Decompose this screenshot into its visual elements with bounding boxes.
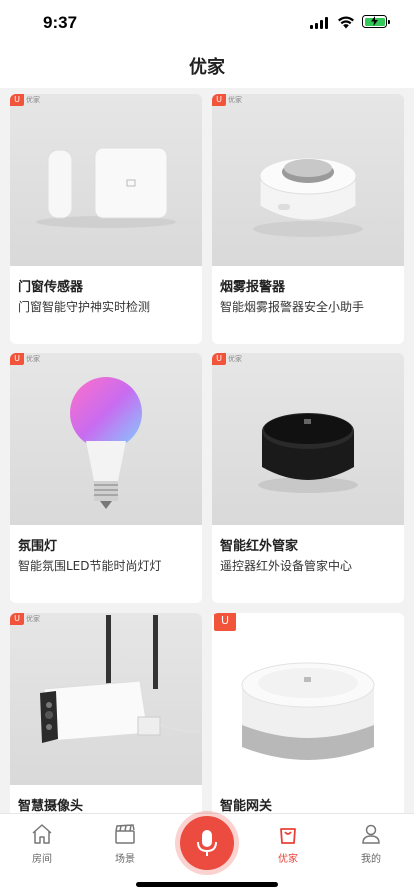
voice-button[interactable]	[180, 816, 234, 870]
brand-tag: U 优家	[212, 353, 246, 365]
brand-logo-icon: U	[212, 353, 226, 365]
product-grid[interactable]: U 优家 门窗传感器 门窗智能守护神实时检测 U 优家 烟雾报警器 智能烟雾报警…	[0, 88, 414, 813]
shopping-bag-icon	[280, 828, 296, 844]
product-image-door-sensor	[10, 94, 202, 266]
tab-rooms[interactable]: 房间	[12, 822, 72, 870]
brand-tag: U	[214, 613, 242, 631]
brand-tag: U 优家	[10, 353, 44, 365]
brand-tag: U 优家	[212, 94, 246, 106]
tab-scenes[interactable]: 场景	[95, 822, 155, 870]
page-title: 优家	[189, 57, 225, 78]
product-image-ir-hub	[212, 353, 404, 525]
brand-tag: U 优家	[10, 94, 44, 106]
product-subtitle: 智能氛围LED节能时尚灯灯	[18, 559, 162, 573]
product-card-door-sensor[interactable]: U 优家 门窗传感器 门窗智能守护神实时检测	[10, 94, 202, 344]
person-icon	[362, 824, 380, 844]
brand-logo-icon: U	[10, 613, 24, 625]
status-bar: 9:37	[0, 0, 414, 44]
cellular-signal-icon	[310, 17, 330, 29]
tab-label: 场景	[115, 854, 135, 865]
product-title: 智能网关	[220, 799, 273, 813]
status-time: 9:37	[43, 13, 78, 32]
product-image-ambient-light	[10, 353, 202, 525]
product-title: 智慧摄像头	[18, 799, 84, 813]
product-subtitle: 门窗智能守护神实时检测	[18, 300, 151, 314]
tab-label: 优家	[278, 854, 298, 865]
brand-logo-icon: U	[214, 613, 236, 631]
product-title: 氛围灯	[18, 539, 58, 554]
tab-label: 我的	[361, 854, 381, 865]
product-image-smart-camera	[10, 613, 202, 785]
microphone-icon	[197, 830, 217, 856]
nav-bar: 优家	[0, 44, 414, 88]
brand-tag: U 优家	[10, 613, 44, 625]
product-card-ambient-light[interactable]: U 优家 氛围灯 智能氛围LED节能时尚灯灯	[10, 353, 202, 603]
product-card-smart-gateway[interactable]: U 智能网关	[212, 613, 404, 813]
tab-mine[interactable]: 我的	[341, 822, 401, 870]
product-subtitle: 遥控器红外设备管家中心	[220, 559, 353, 573]
home-indicator	[136, 882, 278, 887]
product-card-smoke-alarm[interactable]: U 优家 烟雾报警器 智能烟雾报警器安全小助手	[212, 94, 404, 344]
wifi-icon	[338, 16, 354, 29]
product-title: 门窗传感器	[18, 280, 84, 295]
tab-youjia[interactable]: 优家	[258, 822, 318, 870]
brand-logo-icon: U	[212, 94, 226, 106]
clapperboard-icon	[115, 824, 135, 844]
brand-logo-icon: U	[10, 353, 24, 365]
product-image-smart-gateway	[212, 613, 404, 785]
tab-label: 房间	[32, 854, 52, 865]
product-image-smoke-alarm	[212, 94, 404, 266]
product-title: 烟雾报警器	[220, 280, 286, 295]
charging-bolt-icon	[371, 16, 378, 26]
battery-icon	[362, 15, 390, 28]
product-title: 智能红外管家	[220, 539, 299, 554]
product-subtitle: 智能烟雾报警器安全小助手	[220, 300, 365, 314]
product-card-ir-hub[interactable]: U 优家 智能红外管家 遥控器红外设备管家中心	[212, 353, 404, 603]
brand-logo-icon: U	[10, 94, 24, 106]
product-card-smart-camera[interactable]: U 优家 智慧摄像头	[10, 613, 202, 813]
house-icon	[32, 824, 52, 844]
